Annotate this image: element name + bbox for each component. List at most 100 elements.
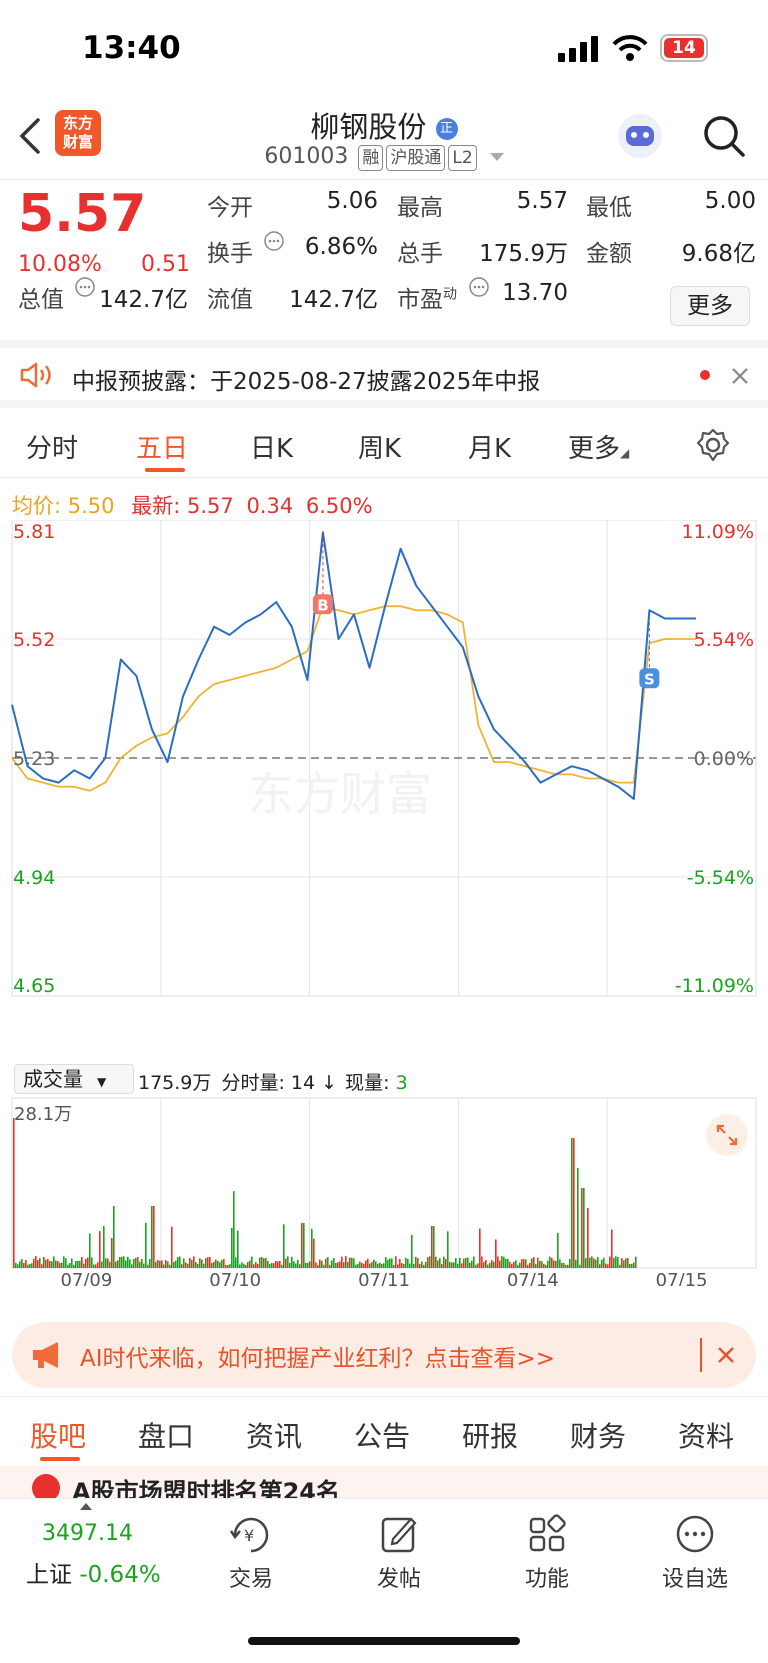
volume-bar (381, 1263, 383, 1268)
close-icon[interactable] (716, 1345, 736, 1365)
tag-connect: 沪股通 (386, 145, 446, 171)
caret-down-icon[interactable] (489, 153, 504, 161)
tab-five-day[interactable]: 五日 (136, 428, 188, 465)
volume-bar (379, 1262, 381, 1268)
volume-bar (389, 1258, 391, 1268)
volume-bar (185, 1262, 187, 1268)
active-feature-indicator (40, 1457, 80, 1461)
tab-week-k[interactable]: 周K (358, 428, 401, 465)
sell-marker-label: S (644, 670, 655, 688)
info-dots-icon[interactable] (263, 230, 285, 252)
volume-bar (373, 1259, 375, 1268)
volume-bar (27, 1264, 29, 1268)
volume-bar (155, 1261, 157, 1268)
volume-bar (149, 1259, 151, 1268)
volume-bar (137, 1257, 139, 1268)
robot-avatar-icon[interactable] (618, 114, 662, 158)
volume-bar (489, 1262, 491, 1268)
volume-bar (13, 1118, 15, 1268)
volume-bar (111, 1238, 113, 1268)
volume-bar (209, 1257, 211, 1268)
unread-dot (700, 370, 710, 380)
tab-orderbook[interactable]: 盘口 (138, 1415, 194, 1455)
pe-label-text: 市盈 (397, 287, 443, 313)
tab-month-k[interactable]: 月K (468, 428, 511, 465)
feature-tabs: 股吧 盘口 资讯 公告 研报 财务 资料 (0, 1396, 768, 1466)
search-icon[interactable] (702, 114, 746, 158)
expand-up-icon[interactable] (80, 1503, 92, 1510)
more-button[interactable]: 更多 (670, 286, 750, 326)
volume-bar (395, 1256, 397, 1268)
tab-news[interactable]: 资讯 (246, 1415, 302, 1455)
expand-icon[interactable] (706, 1114, 748, 1156)
x-tick-label: 07/15 (656, 1270, 708, 1286)
volume-bar (147, 1264, 149, 1268)
nav-post[interactable]: 发帖 (344, 1513, 454, 1593)
y-tick-left: 4.94 (13, 867, 55, 889)
volume-bar (151, 1206, 153, 1268)
open-value: 5.06 (326, 188, 378, 214)
amount-label: 金额 (586, 241, 632, 267)
cert-badge: 正 (435, 118, 458, 140)
series-line-price (11, 531, 696, 800)
volume-bar (361, 1262, 363, 1268)
close-icon[interactable] (730, 366, 750, 386)
nav-functions[interactable]: 功能 (492, 1513, 602, 1593)
nav-watchlist[interactable]: 设自选 (640, 1513, 750, 1593)
volume-bar (49, 1260, 51, 1268)
volume-bar (233, 1191, 235, 1268)
index-value[interactable]: 3497.14 (42, 1521, 133, 1546)
volume-bar (251, 1256, 253, 1268)
index-line[interactable]: 上证 -0.64% (26, 1555, 161, 1589)
tag-level2: L2 (448, 145, 477, 171)
volume-bar (57, 1260, 59, 1268)
volume-bar (105, 1258, 107, 1268)
forum-peek-row[interactable]: A股市场盟时排名第24名 (0, 1466, 768, 1498)
volume-bar (309, 1261, 311, 1268)
volume-bar (319, 1259, 321, 1268)
indicator-select[interactable]: 成交量 ▼ (14, 1064, 134, 1094)
buy-marker-label: B (317, 596, 328, 614)
tab-finance[interactable]: 财务 (570, 1415, 626, 1455)
tab-research[interactable]: 研报 (462, 1415, 518, 1455)
tab-more[interactable]: 更多◢ (568, 428, 629, 465)
volume-bar (91, 1257, 93, 1268)
volume-bar (55, 1260, 57, 1268)
volume-bar (519, 1262, 521, 1268)
volume-bar (573, 1138, 575, 1268)
volume-bar (107, 1258, 109, 1268)
volume-bar (247, 1262, 249, 1268)
nav-trade[interactable]: ¥ 交易 (196, 1513, 306, 1593)
settings-gear-icon[interactable] (696, 428, 730, 462)
tab-intraday[interactable]: 分时 (26, 428, 78, 465)
volume-bar (513, 1261, 515, 1268)
volume-bar (577, 1168, 579, 1268)
promo-banner[interactable]: AI时代来临，如何把握产业红利？点击查看>> (12, 1322, 756, 1388)
volume-bar (529, 1262, 531, 1268)
volume-bar (397, 1264, 399, 1268)
volume-bar (367, 1258, 369, 1268)
volume-bar (423, 1264, 425, 1268)
notice-bar[interactable]: 中报预披露：于2025-08-27披露2025年中报 (0, 340, 768, 408)
tab-profile[interactable]: 资料 (678, 1415, 734, 1455)
tab-forum[interactable]: 股吧 (30, 1415, 86, 1455)
volume-bar (179, 1256, 181, 1268)
volume-bar (135, 1257, 137, 1268)
tick-value: 14 (290, 1072, 316, 1094)
volume-bar (433, 1226, 435, 1268)
five-day-chart[interactable]: 东方财富 5.81 5.52 5.23 4.94 4.65 11.09% 5.54% 0.00… (0, 519, 768, 1060)
volume-bar (555, 1260, 557, 1268)
volume-bar (471, 1260, 473, 1268)
volume-bar (551, 1257, 553, 1268)
tab-day-k[interactable]: 日K (250, 428, 293, 465)
volume-bar (337, 1262, 339, 1268)
volume-bar (321, 1260, 323, 1268)
volume-bar (615, 1256, 617, 1268)
volume-bar (129, 1259, 131, 1268)
volume-bar (571, 1138, 573, 1268)
tab-announcements[interactable]: 公告 (354, 1415, 410, 1455)
volume-bar (295, 1263, 297, 1268)
megaphone-icon (33, 1342, 58, 1368)
float-label: 流值 (207, 287, 253, 313)
stock-name: 柳钢股份 (310, 110, 427, 144)
